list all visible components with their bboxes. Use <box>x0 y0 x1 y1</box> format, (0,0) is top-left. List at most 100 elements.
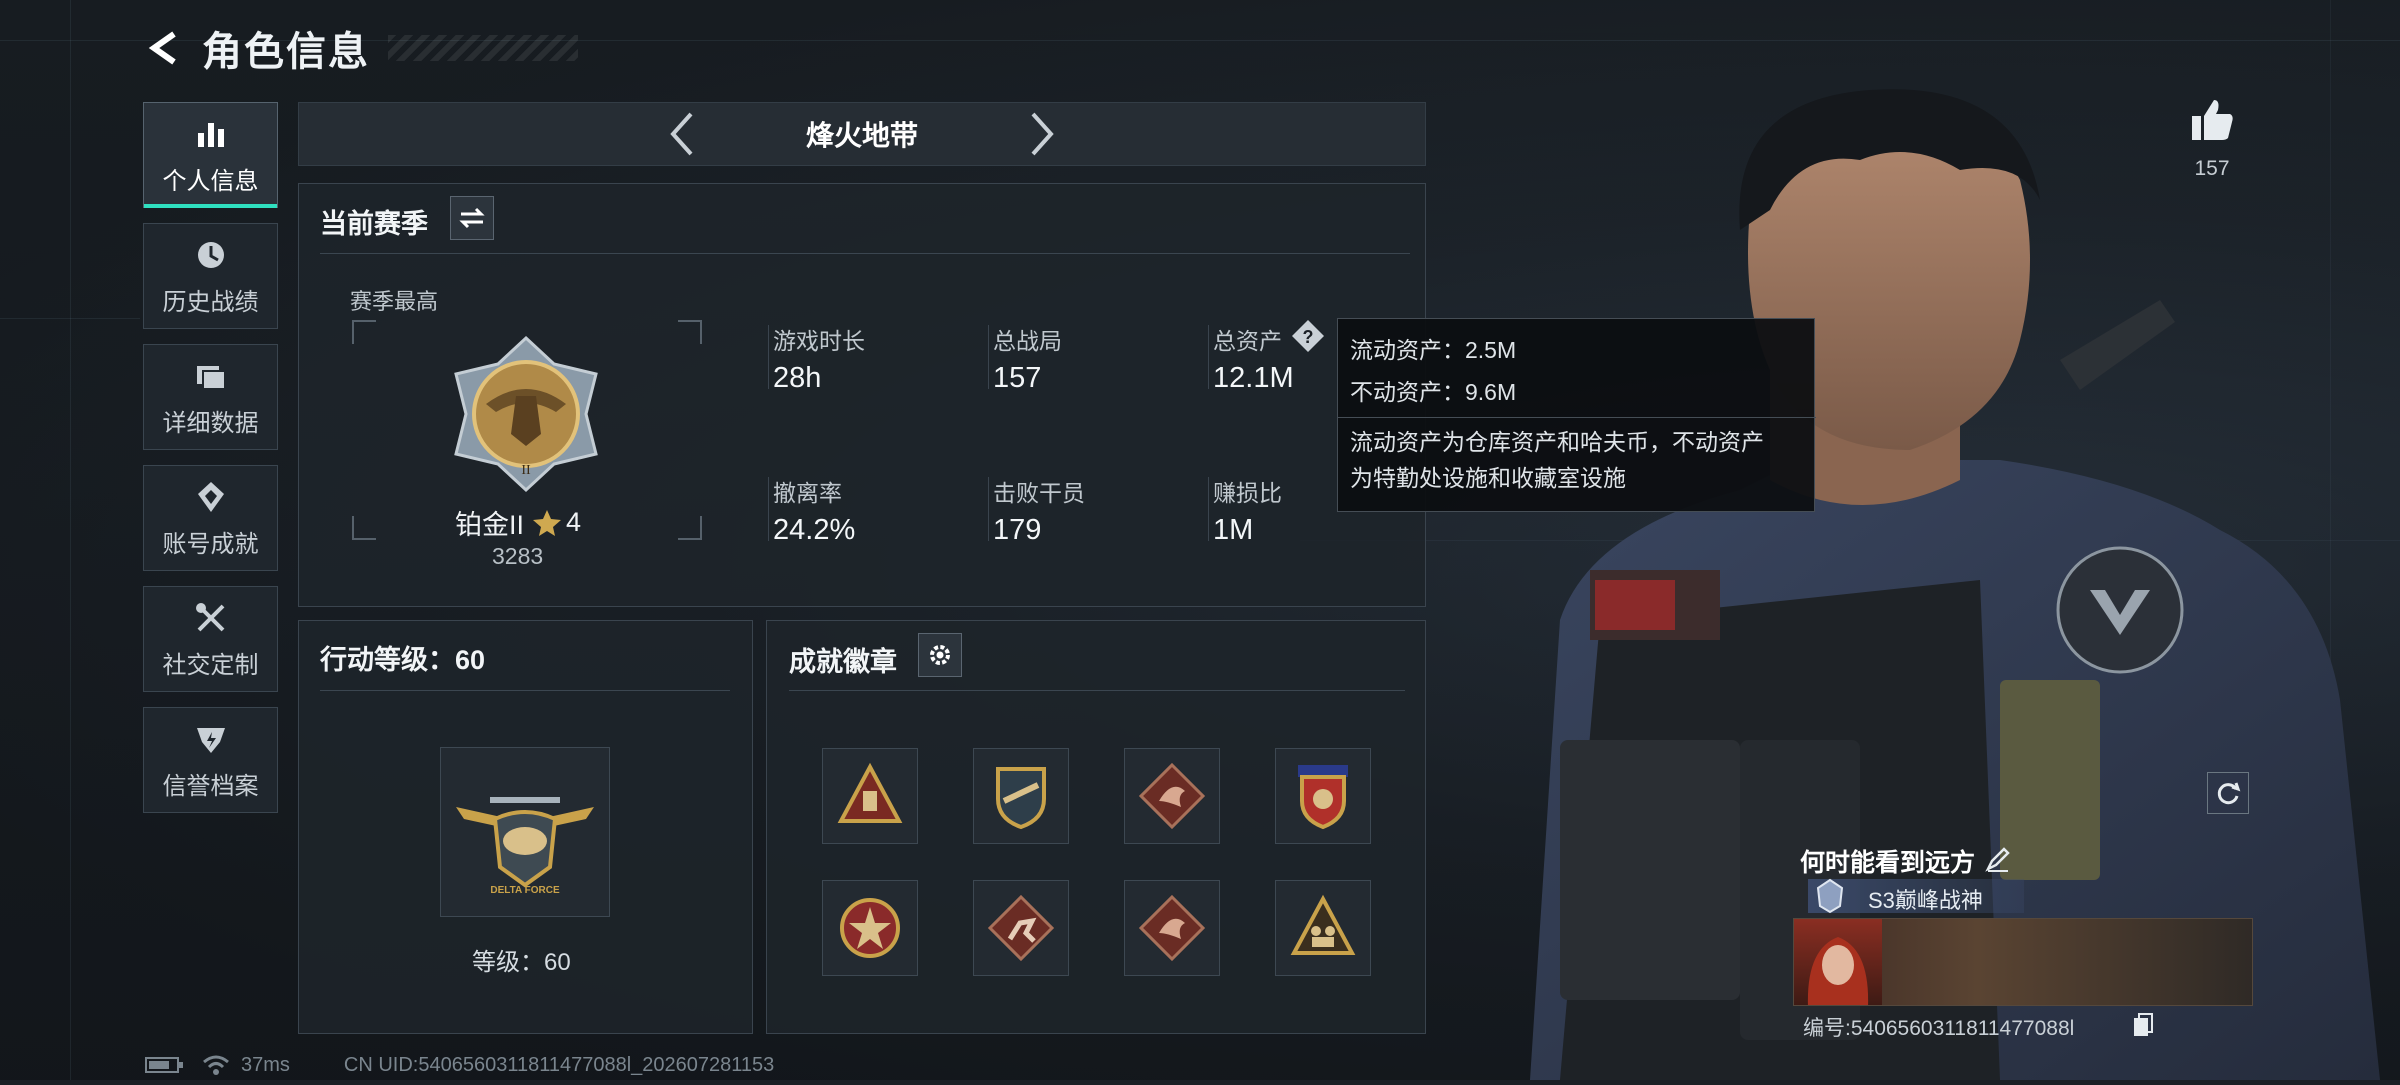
history-clock-icon <box>197 241 224 268</box>
stat-value: 179 <box>993 514 1042 546</box>
frame-corner <box>352 320 376 344</box>
folder-icon <box>196 365 226 390</box>
refresh-button[interactable] <box>2207 772 2249 814</box>
triangle-badge-icon <box>837 762 903 823</box>
ping-text: 37ms <box>241 1053 290 1076</box>
helicopter-emblem-icon: DELTA FORCE <box>456 797 594 896</box>
frame-corner <box>678 320 702 344</box>
divider <box>320 690 730 691</box>
stat-label: 赚损比 <box>1213 480 1282 506</box>
back-arrow-icon[interactable] <box>140 24 188 72</box>
like-count: 157 <box>2194 157 2230 180</box>
badge-settings-button[interactable] <box>918 633 962 677</box>
stat-label: 总资产 <box>1213 328 1282 354</box>
card-id: 编号:5406560311811477088l <box>1803 1017 2075 1040</box>
asset-help-icon[interactable]: ? <box>1290 318 1326 359</box>
sidebar-item-achievements[interactable]: 账号成就 <box>143 465 278 571</box>
stat-value: 1M <box>1213 514 1254 546</box>
badge-slot-4[interactable] <box>1275 748 1371 844</box>
sidebar-item-personal-info[interactable]: 个人信息 <box>143 102 278 208</box>
svg-text:II: II <box>521 463 531 478</box>
dragon-badge-icon <box>1138 894 1206 962</box>
title-emblem-icon <box>1812 878 1848 919</box>
sidebar-item-label: 信誉档案 <box>162 772 259 800</box>
badge-slot-5[interactable] <box>822 880 918 976</box>
copy-icon[interactable] <box>2132 1012 2154 1043</box>
badges-title: 成就徽章 <box>789 647 897 677</box>
thumbs-up-icon[interactable] <box>2188 96 2236 144</box>
rank-score: 3283 <box>492 543 544 569</box>
swap-icon <box>459 207 485 229</box>
badge-slot-3[interactable] <box>1124 748 1220 844</box>
svg-text:?: ? <box>1303 327 1314 347</box>
chevron-right-icon <box>1031 112 1054 156</box>
badge-slot-7[interactable] <box>1124 880 1220 976</box>
figures-badge-icon <box>1290 894 1356 955</box>
season-best-label: 赛季最高 <box>350 289 439 314</box>
header: 角色信息 <box>140 22 578 74</box>
prev-mode-button[interactable] <box>652 104 712 164</box>
frame-corner <box>678 516 702 540</box>
asset-tooltip: 流动资产：2.5M 不动资产：9.6M 流动资产为仓库资产和哈夫币，不动资产 为… <box>1337 318 1816 512</box>
tooltip-fixed: 不动资产：9.6M <box>1350 379 1517 405</box>
chevron-left-icon <box>670 112 693 156</box>
stat-label: 游戏时长 <box>773 328 865 354</box>
season-title: 当前赛季 <box>320 209 428 239</box>
mode-title: 烽火地带 <box>805 120 918 151</box>
sidebar-item-history[interactable]: 历史战绩 <box>143 223 278 329</box>
divider <box>320 253 1410 254</box>
sidebar-item-credit[interactable]: 信誉档案 <box>143 707 278 813</box>
tooltip-desc-2: 为特勤处设施和收藏室设施 <box>1350 465 1626 491</box>
title-decoration <box>388 35 578 61</box>
rank-stars: 4 <box>566 507 582 537</box>
next-mode-button[interactable] <box>1012 104 1072 164</box>
stat-value: 157 <box>993 362 1042 394</box>
uid-text: CN UID:5406560311811477088l_202607281153 <box>343 1053 775 1076</box>
status-bar: 37ms CN UID:5406560311811477088l_2026072… <box>145 1052 774 1078</box>
sidebar-item-label: 历史战绩 <box>162 288 259 316</box>
stat-label: 总战局 <box>993 328 1062 354</box>
stat-divider <box>1208 325 1209 389</box>
mode-switcher: 烽火地带 <box>298 102 1426 166</box>
stat-label: 撤离率 <box>773 480 842 506</box>
card-name: 何时能看到远方 <box>1800 849 1976 877</box>
badge-slot-2[interactable] <box>973 748 1069 844</box>
level-label: 等级：60 <box>472 949 571 976</box>
runner-badge-icon <box>987 894 1055 962</box>
grid-line <box>70 0 71 1080</box>
badge-slot-8[interactable] <box>1275 880 1371 976</box>
like-box: 157 <box>2180 96 2244 181</box>
rank-name-row: 铂金II 4 <box>455 503 581 542</box>
edit-name-icon[interactable] <box>1984 845 2012 878</box>
star-icon <box>533 509 562 536</box>
side-nav: 个人信息 历史战绩 详细数据 账号成就 社交定制 信誉档案 <box>143 102 280 828</box>
stat-divider <box>988 477 989 541</box>
stat-divider <box>768 325 769 389</box>
sidebar-item-label: 个人信息 <box>162 167 259 195</box>
frame-corner <box>352 516 376 540</box>
stat-value: 28h <box>773 362 822 394</box>
shield-badge-icon <box>996 767 1046 830</box>
emblem-text: DELTA FORCE <box>490 885 560 896</box>
stat-value: 24.2% <box>773 514 856 546</box>
card-title: S3巅峰战神 <box>1868 888 1983 913</box>
wifi-icon <box>203 1055 229 1075</box>
badge-slot-6[interactable] <box>973 880 1069 976</box>
page-title: 角色信息 <box>202 30 370 74</box>
card-banner <box>1793 918 2253 1006</box>
stat-label: 击败干员 <box>993 480 1085 506</box>
credit-shield-icon <box>196 727 225 753</box>
stat-divider <box>1208 477 1209 541</box>
badge-slot-1[interactable] <box>822 748 918 844</box>
refresh-icon <box>2217 782 2241 805</box>
tools-icon <box>195 602 224 631</box>
rank-name: 铂金II <box>455 510 525 540</box>
sidebar-item-social[interactable]: 社交定制 <box>143 586 278 692</box>
bar-chart-icon <box>197 122 224 147</box>
stat-value: 12.1M <box>1213 362 1294 394</box>
switch-season-button[interactable] <box>450 196 494 240</box>
level-emblem-frame: DELTA FORCE <box>440 747 610 917</box>
sidebar-item-label: 社交定制 <box>162 651 259 679</box>
action-level-title: 行动等级：60 <box>320 645 486 675</box>
sidebar-item-detailed-data[interactable]: 详细数据 <box>143 344 278 450</box>
